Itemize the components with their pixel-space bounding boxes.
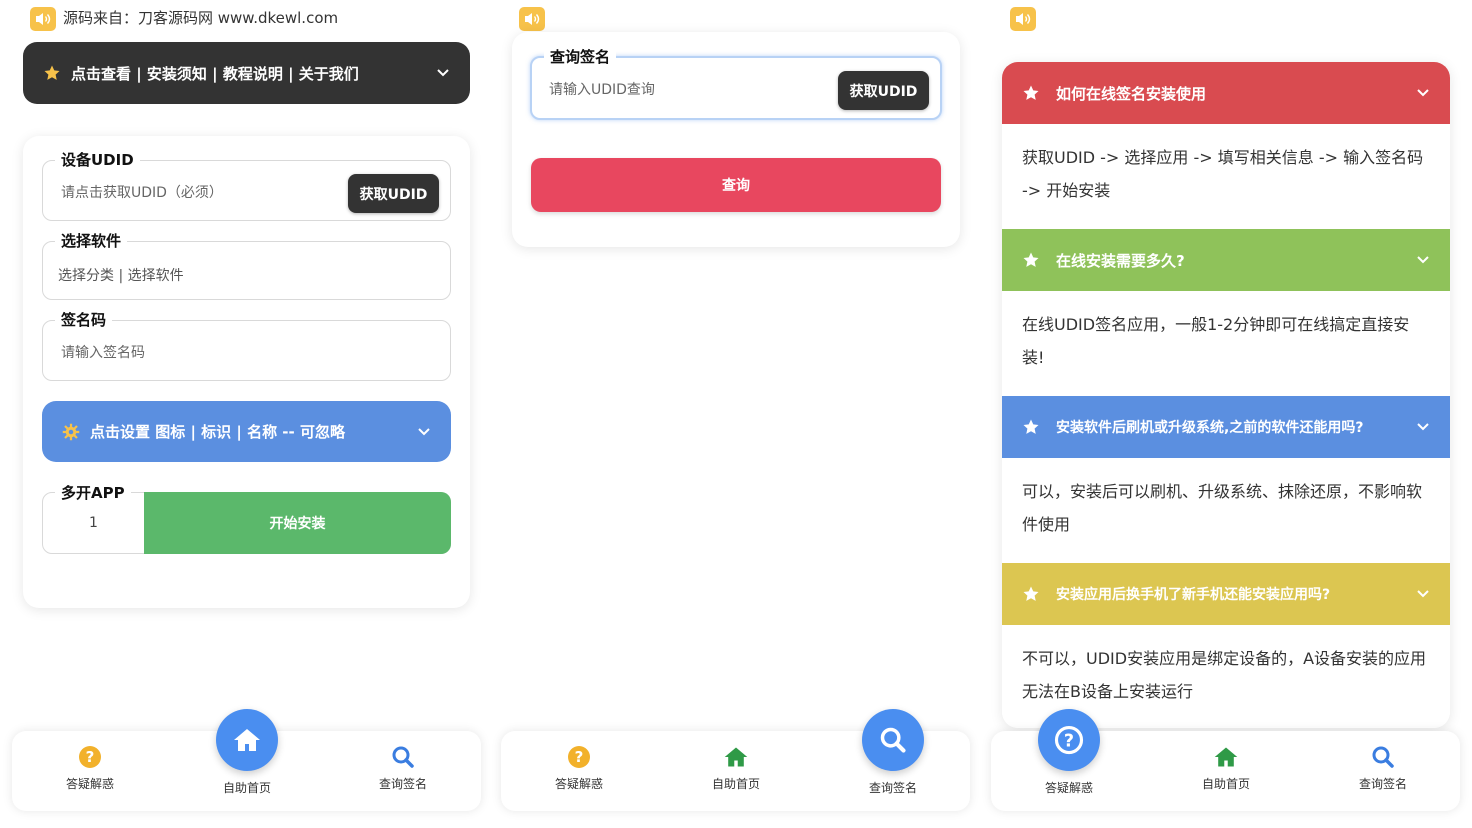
question-icon-circle: ? xyxy=(1038,709,1100,771)
faq-question-1[interactable]: 如何在线签名安装使用 xyxy=(1002,62,1450,124)
star-icon xyxy=(1023,419,1039,434)
info-menu-bar[interactable]: 点击查看 | 安装须知 | 教程说明 | 关于我们 xyxy=(23,42,470,104)
chevron-down-icon xyxy=(437,69,449,77)
chevron-down-icon xyxy=(1417,89,1429,97)
start-install-button[interactable]: 开始安装 xyxy=(144,492,451,554)
speaker-icon xyxy=(519,7,545,31)
nav-faq[interactable]: ? 答疑解惑 xyxy=(1037,709,1101,796)
nav-home-label: 自助首页 xyxy=(1201,777,1250,791)
faq-question-3[interactable]: 安装软件后刷机或升级系统,之前的软件还能用吗? xyxy=(1002,396,1450,458)
nav-faq-label: 答疑解惑 xyxy=(554,777,603,791)
star-icon xyxy=(44,65,60,80)
nav-home-label: 自助首页 xyxy=(711,777,760,791)
faq-card: 如何在线签名安装使用 获取UDID -> 选择应用 -> 填写相关信息 -> 输… xyxy=(1002,62,1450,728)
sign-code-input[interactable]: 请输入签名码 xyxy=(61,342,145,362)
query-label: 查询签名 xyxy=(544,48,617,66)
svg-text:?: ? xyxy=(86,748,95,766)
question-icon: ? xyxy=(79,746,101,768)
faq-question-text: 安装应用后换手机了新手机还能安装应用吗? xyxy=(1056,587,1331,603)
nav-faq[interactable]: ? 答疑解惑 xyxy=(547,745,611,792)
nav-query-label: 查询签名 xyxy=(1358,777,1407,791)
sign-code-label: 签名码 xyxy=(55,311,113,329)
settings-bar-label: 点击设置 图标 | 标识 | 名称 -- 可忽略 xyxy=(90,423,345,441)
search-icon xyxy=(392,746,414,768)
source-notice: 源码来自：刀客源码网 www.dkewl.com xyxy=(63,9,339,27)
home-icon xyxy=(1214,747,1238,767)
nav-home[interactable]: 自助首页 xyxy=(704,745,768,792)
home-icon-circle xyxy=(216,709,278,771)
chevron-down-icon xyxy=(418,427,430,435)
nav-query[interactable]: 查询签名 xyxy=(861,709,925,796)
faq-question-4[interactable]: 安装应用后换手机了新手机还能安装应用吗? xyxy=(1002,563,1450,625)
chevron-down-icon xyxy=(1417,590,1429,598)
nav-home[interactable]: 自助首页 xyxy=(215,709,279,796)
chevron-down-icon xyxy=(1417,256,1429,264)
home-icon xyxy=(234,729,260,751)
udid-input[interactable]: 请点击获取UDID（必须） xyxy=(61,182,223,202)
info-menu-label: 点击查看 | 安装须知 | 教程说明 | 关于我们 xyxy=(71,64,359,83)
faq-question-text: 在线安装需要多久? xyxy=(1056,251,1185,270)
search-icon-circle xyxy=(862,709,924,771)
query-input[interactable]: 请输入UDID查询 xyxy=(549,79,655,99)
nav-query[interactable]: 查询签名 xyxy=(1351,745,1415,792)
settings-bar[interactable]: 点击设置 图标 | 标识 | 名称 -- 可忽略 xyxy=(42,401,451,462)
faq-question-text: 安装软件后刷机或升级系统,之前的软件还能用吗? xyxy=(1056,420,1364,436)
question-icon: ? xyxy=(568,746,590,768)
query-button[interactable]: 查询 xyxy=(531,158,941,212)
chevron-down-icon xyxy=(1417,423,1429,431)
search-icon xyxy=(1372,746,1394,768)
gear-icon xyxy=(62,423,80,440)
star-icon xyxy=(1023,85,1039,100)
software-select-value[interactable]: 选择分类 | 选择软件 xyxy=(58,265,184,285)
home-icon xyxy=(724,747,748,767)
faq-question-2[interactable]: 在线安装需要多久? xyxy=(1002,229,1450,291)
faq-answer-3: 可以，安装后可以刷机、升级系统、抹除还原，不影响软件使用 xyxy=(1002,458,1450,563)
nav-query-label: 查询签名 xyxy=(868,781,917,795)
query-get-udid-button[interactable]: 获取UDID xyxy=(838,71,929,110)
speaker-icon xyxy=(30,7,56,31)
faq-question-text: 如何在线签名安装使用 xyxy=(1056,84,1207,103)
nav-faq-label: 答疑解惑 xyxy=(65,777,114,791)
nav-home-label: 自助首页 xyxy=(222,781,271,795)
nav-faq-label: 答疑解惑 xyxy=(1044,781,1093,795)
faq-answer-2: 在线UDID签名应用，一般1-2分钟即可在线搞定直接安装! xyxy=(1002,291,1450,396)
search-icon xyxy=(880,727,906,753)
faq-answer-1: 获取UDID -> 选择应用 -> 填写相关信息 -> 输入签名码 -> 开始安… xyxy=(1002,124,1450,229)
nav-query[interactable]: 查询签名 xyxy=(371,745,435,792)
svg-text:?: ? xyxy=(575,748,584,766)
multi-app-input[interactable]: 1 xyxy=(89,515,98,531)
multi-app-label: 多开APP xyxy=(55,484,131,502)
get-udid-button[interactable]: 获取UDID xyxy=(348,174,439,213)
star-icon xyxy=(1023,586,1039,601)
udid-label: 设备UDID xyxy=(55,151,140,169)
nav-home[interactable]: 自助首页 xyxy=(1194,745,1258,792)
software-label: 选择软件 xyxy=(55,232,128,250)
star-icon xyxy=(1023,252,1039,267)
speaker-icon xyxy=(1010,7,1036,31)
nav-query-label: 查询签名 xyxy=(378,777,427,791)
nav-faq[interactable]: ? 答疑解惑 xyxy=(58,745,122,792)
question-icon: ? xyxy=(1054,725,1084,755)
svg-text:?: ? xyxy=(1064,731,1074,751)
